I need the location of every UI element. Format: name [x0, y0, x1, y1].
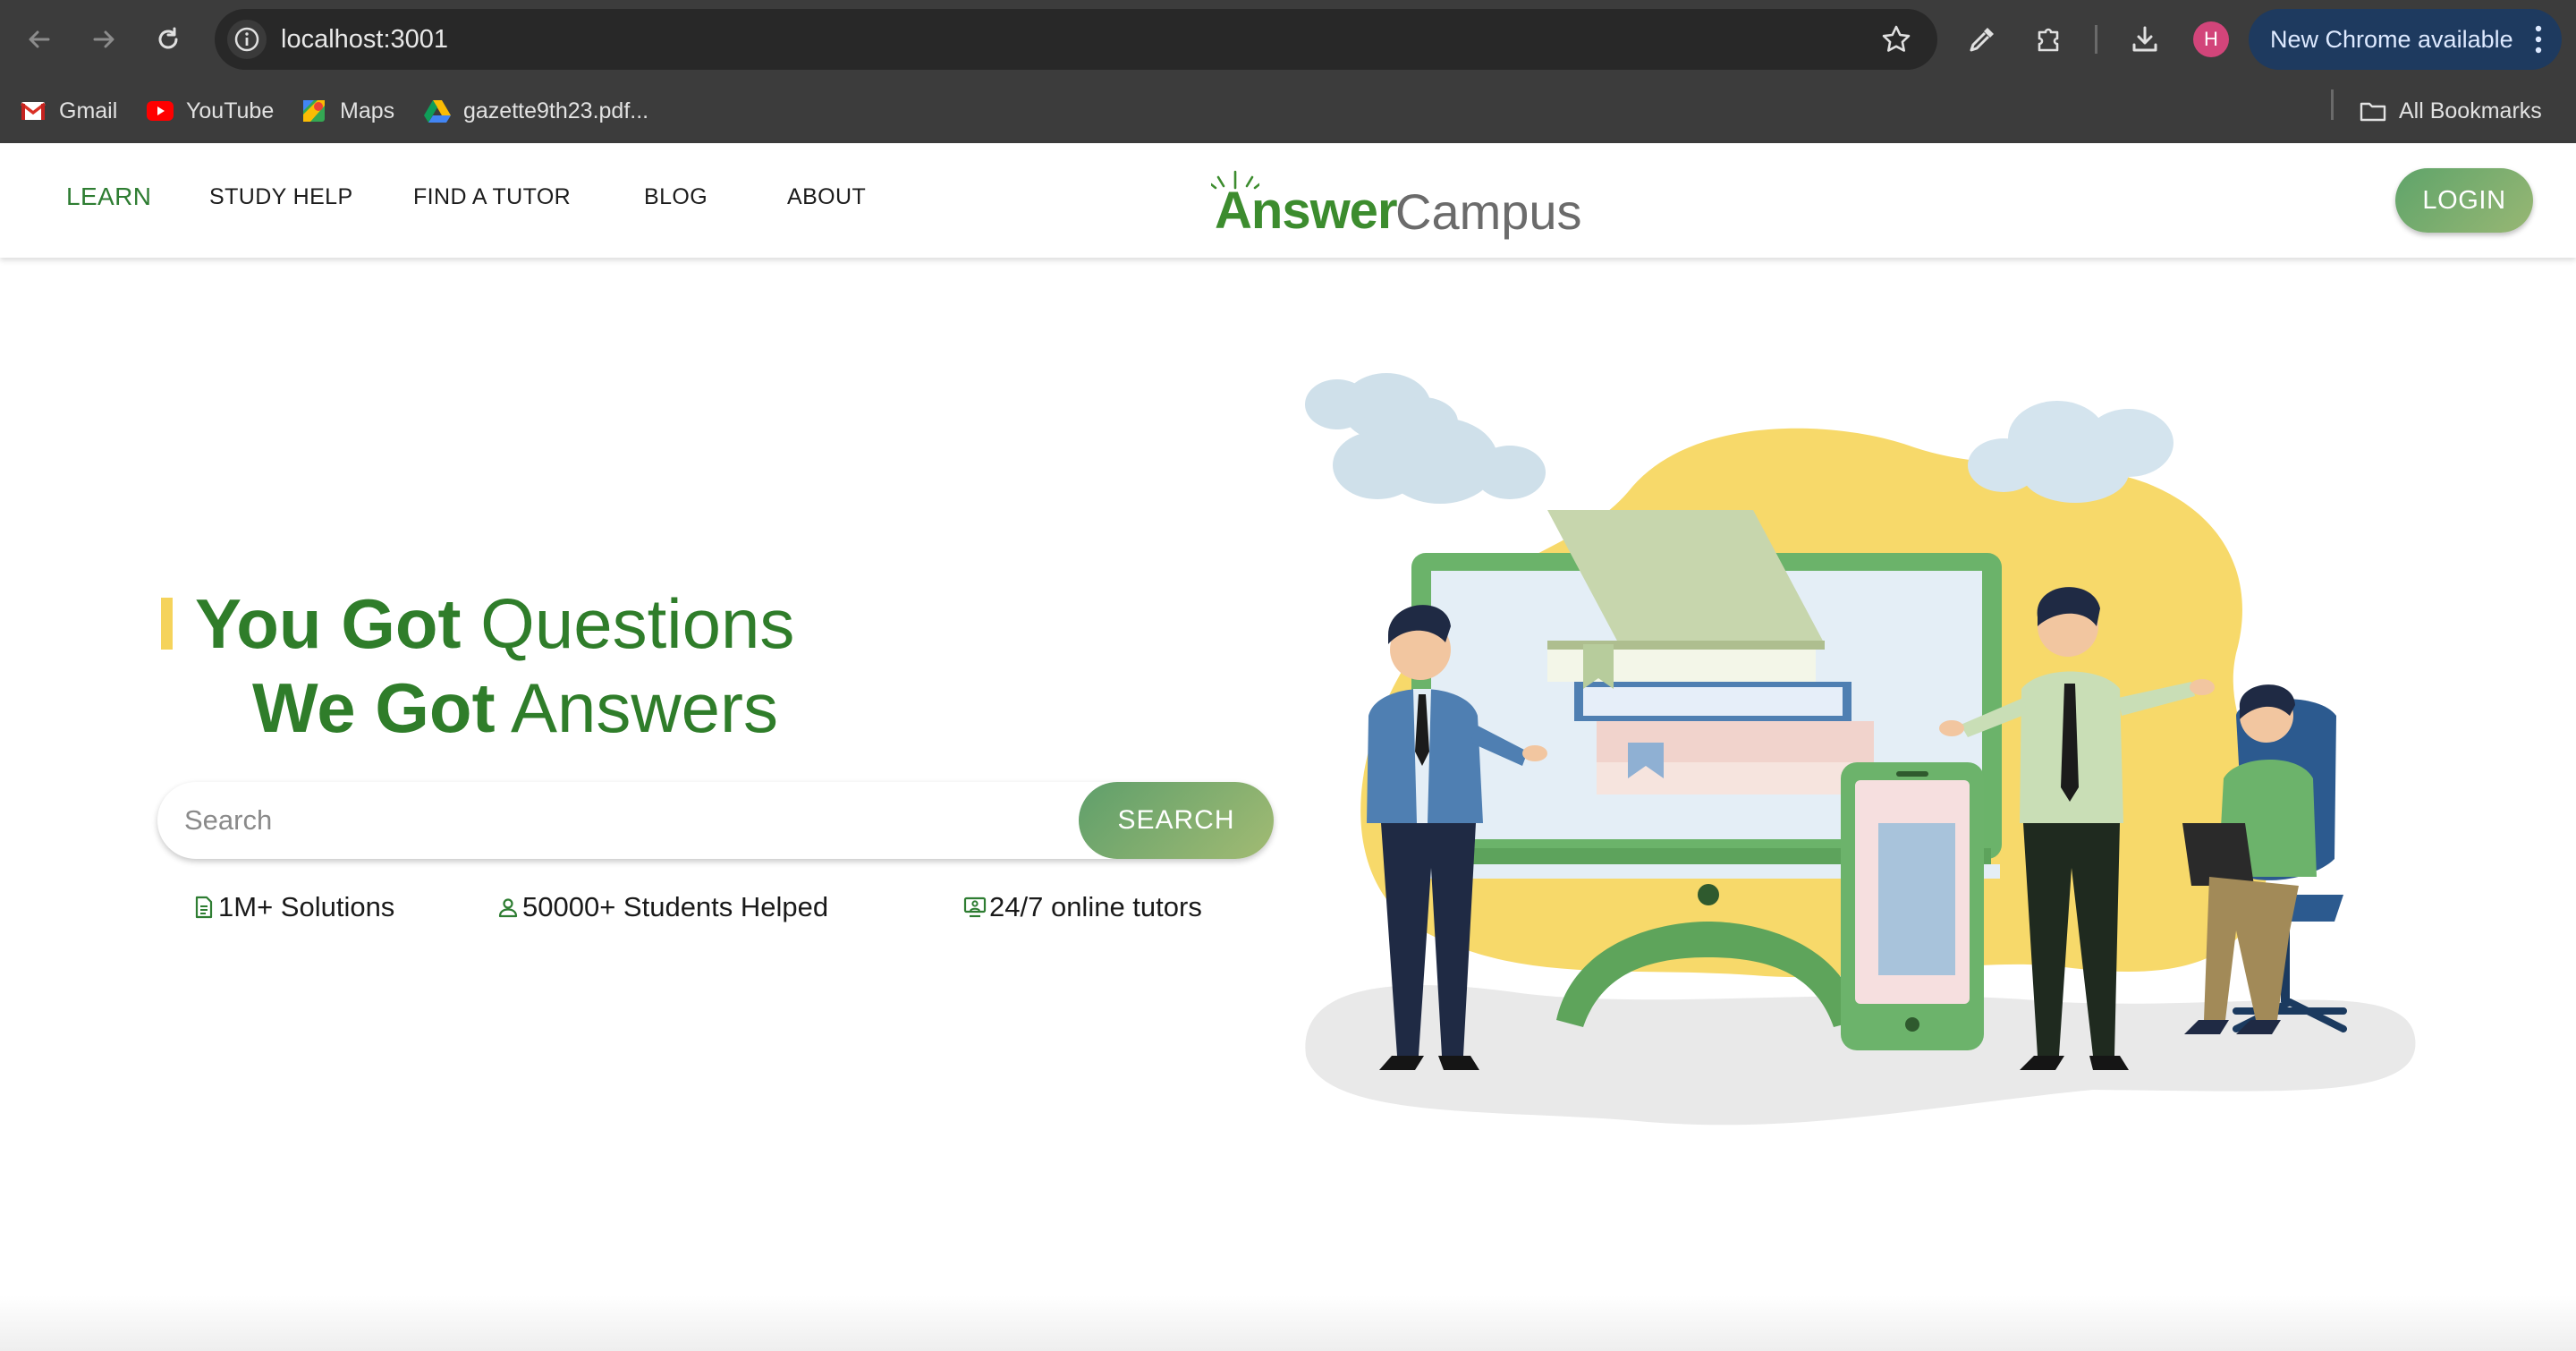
nav-find-a-tutor[interactable]: FIND A TUTOR — [413, 184, 571, 210]
bookmark-star-icon[interactable] — [1878, 21, 1914, 57]
site-header: LEARN STUDY HELP FIND A TUTOR BLOG ABOUT… — [0, 143, 2576, 258]
phone — [1841, 762, 1984, 1050]
gmail-icon — [20, 98, 47, 124]
nav-learn[interactable]: LEARN — [66, 183, 151, 211]
chrome-update-button[interactable]: New Chrome available — [2249, 9, 2562, 70]
eyedropper-icon[interactable] — [1962, 20, 2002, 59]
more-menu-icon[interactable] — [2535, 23, 2542, 55]
headline-line-1-light: Questions — [480, 584, 795, 663]
site-info-icon[interactable] — [227, 20, 267, 59]
nav-about[interactable]: ABOUT — [787, 184, 866, 210]
browser-toolbar: localhost:3001 H New Chrome available — [0, 0, 2576, 79]
headline-accent-bar — [161, 598, 173, 650]
headline-line-1-bold: You Got — [195, 584, 462, 663]
hero-illustration — [1305, 373, 2416, 1126]
bookmark-gmail[interactable]: Gmail — [20, 95, 117, 127]
logo-text-campus: Campus — [1395, 183, 1582, 240]
reload-icon[interactable] — [148, 20, 188, 59]
back-icon[interactable] — [20, 20, 59, 59]
search-button[interactable]: SEARCH — [1079, 782, 1274, 859]
bookmark-youtube[interactable]: YouTube — [147, 95, 274, 127]
stat-students-helped: 50000+ Students Helped — [496, 889, 828, 925]
headline-line-2: We Got Answers — [252, 667, 778, 749]
toolbar-divider — [2095, 25, 2097, 54]
stat-online-tutors: 24/7 online tutors — [962, 889, 1202, 925]
nav-study-help[interactable]: STUDY HELP — [209, 184, 353, 210]
profile-avatar[interactable]: H — [2193, 21, 2229, 57]
bookmark-gazette-pdf[interactable]: gazette9th23.pdf... — [424, 95, 648, 127]
monitor-icon — [962, 895, 987, 920]
page-bottom-shadow — [0, 1296, 2576, 1351]
logo-text-answer: Answer — [1215, 182, 1398, 240]
document-icon — [191, 895, 216, 920]
download-icon[interactable] — [2125, 20, 2165, 59]
chrome-update-label: New Chrome available — [2270, 26, 2513, 53]
youtube-icon — [147, 98, 174, 124]
page: localhost:3001 H New Chrome available Gm… — [0, 0, 2576, 1351]
cloud-left — [1305, 373, 1546, 504]
stat-solutions: 1M+ Solutions — [191, 889, 394, 925]
maps-icon — [301, 98, 327, 124]
folder-icon — [2360, 98, 2386, 124]
forward-icon[interactable] — [84, 20, 123, 59]
headline-line-2-light: Answers — [510, 668, 779, 747]
login-button[interactable]: LOGIN — [2395, 168, 2533, 233]
search-input[interactable] — [184, 798, 1079, 843]
site-logo[interactable]: Answer Campus — [1209, 168, 1603, 240]
bookmarks-bar: Gmail YouTube Maps gazette9th23.pdf... A… — [0, 79, 2576, 143]
bookmark-maps[interactable]: Maps — [301, 95, 394, 127]
headline-line-2-bold: We Got — [252, 668, 496, 747]
bookmarks-divider — [2331, 89, 2334, 120]
url-text[interactable]: localhost:3001 — [281, 25, 448, 55]
browser-chrome: localhost:3001 H New Chrome available Gm… — [0, 0, 2576, 143]
extensions-icon[interactable] — [2029, 20, 2068, 59]
address-bar[interactable]: localhost:3001 — [215, 9, 1937, 70]
all-bookmarks-folder[interactable]: All Bookmarks — [2360, 95, 2542, 127]
google-drive-icon — [424, 98, 451, 124]
nav-blog[interactable]: BLOG — [644, 184, 708, 210]
user-icon — [496, 895, 521, 920]
headline-line-1: You Got Questions — [195, 583, 794, 665]
